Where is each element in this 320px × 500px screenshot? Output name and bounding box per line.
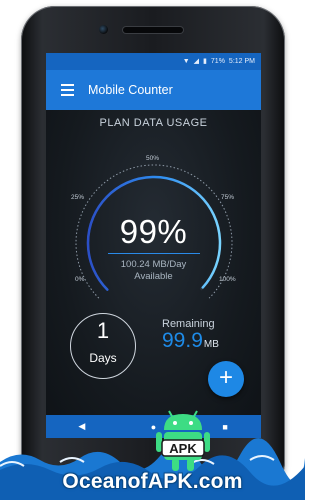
watermark-text: OceanofAPK.com — [62, 470, 243, 493]
gauge-tick-25: 25% — [71, 194, 85, 201]
add-fab-button[interactable]: + — [208, 361, 244, 397]
remaining-value-row: 99.9MB — [162, 329, 219, 353]
front-camera — [99, 25, 108, 34]
days-label: Days — [89, 351, 117, 365]
android-apk-logo: APK — [156, 410, 210, 471]
earpiece-speaker — [123, 27, 183, 33]
per-day-text: 100.24 MB/Day — [120, 259, 187, 270]
usage-percent: 99% — [119, 213, 188, 250]
gauge-tick-50: 50% — [146, 155, 160, 162]
app-screen: ▼ ◢ ▮ 71% 5:12 PM Mobile Counter PLAN DA… — [46, 53, 261, 438]
days-count: 1 — [96, 318, 110, 343]
plus-icon: + — [218, 364, 233, 391]
remaining-unit: MB — [203, 339, 219, 350]
percent-underline — [108, 253, 200, 254]
available-text: Available — [134, 271, 173, 282]
apk-badge-text: APK — [169, 441, 197, 456]
gauge-tick-75: 75% — [221, 194, 235, 201]
remaining-value: 99.9 — [162, 329, 203, 352]
